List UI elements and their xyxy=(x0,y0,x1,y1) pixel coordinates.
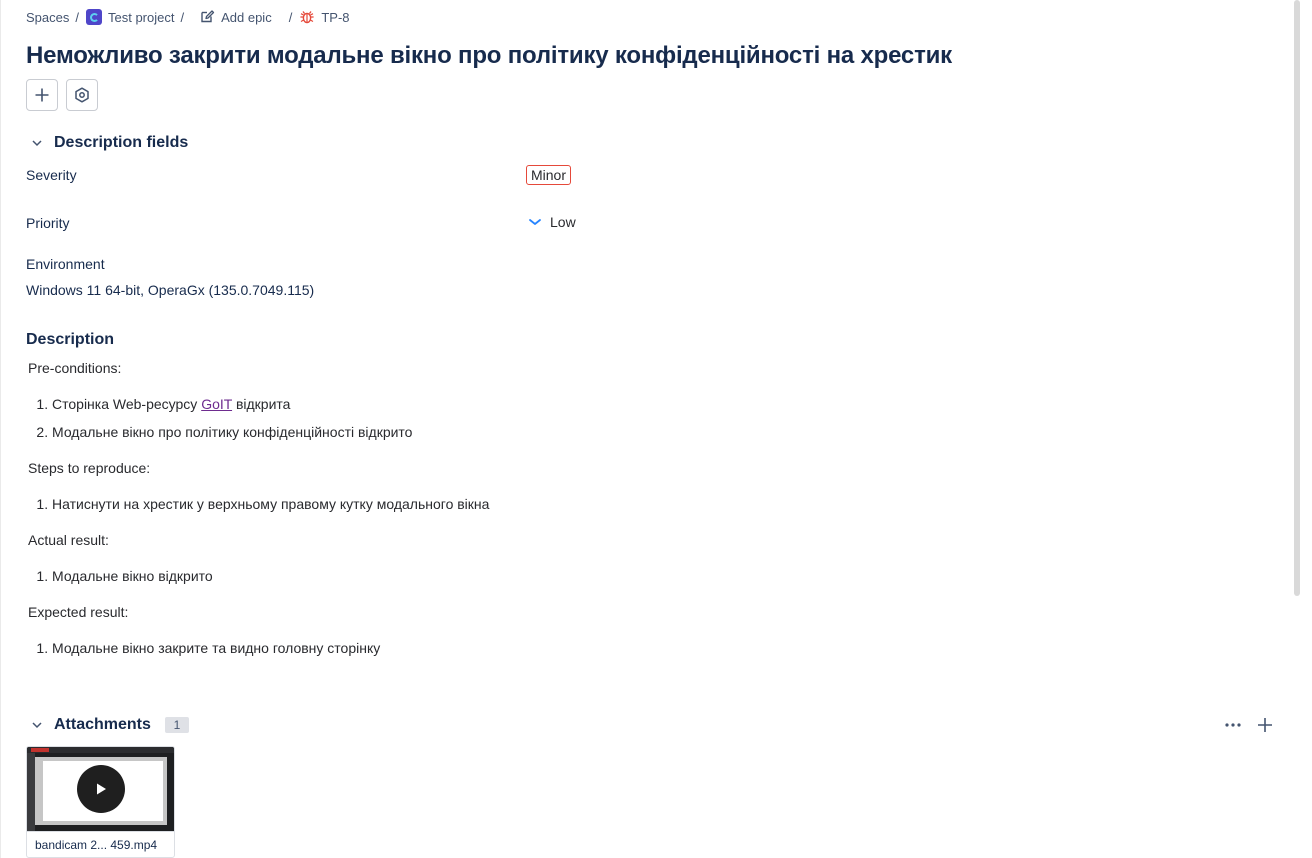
breadcrumb: Spaces / Test project / Add epic / TP-8 xyxy=(26,8,350,26)
attachment-card[interactable]: bandicam 2... 459.mp4 xyxy=(26,746,175,858)
description-heading-label: Description xyxy=(26,331,115,348)
severity-value[interactable]: Minor xyxy=(526,165,572,185)
settings-button[interactable] xyxy=(66,79,98,111)
issue-title[interactable]: Неможливо закрити модальне вікно про пол… xyxy=(26,42,952,70)
list-item: Модальне вікно відкрито xyxy=(52,566,928,586)
list-item: Модальне вікно закрите та видно головну … xyxy=(52,638,928,658)
plus-icon xyxy=(1258,718,1272,732)
list-item: Сторінка Web-ресурсу GoIT відкрита xyxy=(52,394,928,414)
attachments-actions xyxy=(1224,716,1274,739)
issue-toolbar xyxy=(26,79,98,111)
issue-key-label: TP-8 xyxy=(321,9,350,25)
attachments-toggle[interactable]: Attachments 1 xyxy=(30,716,189,734)
scrollbar[interactable] xyxy=(1294,0,1300,596)
gear-icon xyxy=(75,87,89,103)
description-body[interactable]: Pre-conditions: Сторінка Web-ресурсу GoI… xyxy=(28,358,928,658)
attachment-filename: bandicam 2... 459.mp4 xyxy=(27,831,174,857)
breadcrumb-issue-key[interactable]: TP-8 xyxy=(299,9,350,25)
goit-link[interactable]: GoIT xyxy=(201,396,232,412)
edit-icon xyxy=(201,10,215,23)
severity-label: Severity xyxy=(26,167,77,183)
plus-icon xyxy=(35,88,49,102)
steps-list: Натиснути на хрестик у верхньому правому… xyxy=(28,494,928,514)
play-icon xyxy=(97,783,106,795)
description-heading: Description xyxy=(26,331,114,349)
priority-value[interactable]: Low xyxy=(528,214,576,230)
add-attachment-button[interactable] xyxy=(1256,716,1274,739)
actual-label: Actual result: xyxy=(28,532,109,548)
preconditions-list: Сторінка Web-ресурсу GoIT відкрита Модал… xyxy=(28,394,928,442)
environment-value[interactable]: Windows 11 64-bit, OperaGx (135.0.7049.1… xyxy=(26,282,314,298)
bug-icon xyxy=(300,11,314,24)
environment-label: Environment xyxy=(26,256,105,272)
steps-label: Steps to reproduce: xyxy=(28,460,151,476)
description-fields-toggle[interactable]: Description fields xyxy=(30,134,188,152)
list-item: Модальне вікно про політику конфіденційн… xyxy=(52,422,928,442)
left-border xyxy=(0,0,1,858)
breadcrumb-project-label: Test project xyxy=(108,9,175,25)
attachments-count-badge: 1 xyxy=(164,717,189,733)
priority-low-icon xyxy=(529,219,541,225)
list-item-text: відкрита xyxy=(232,396,291,412)
video-thumbnail xyxy=(27,747,174,831)
breadcrumb-add-epic[interactable]: Add epic xyxy=(199,9,272,25)
expected-label: Expected result: xyxy=(28,604,129,620)
breadcrumb-separator: / xyxy=(75,9,79,25)
add-button[interactable] xyxy=(26,79,58,111)
chevron-down-icon xyxy=(30,136,44,150)
attachments-heading: Attachments xyxy=(54,716,151,733)
breadcrumb-separator: / xyxy=(288,9,293,25)
preconditions-label: Pre-conditions: xyxy=(28,360,122,376)
breadcrumb-add-epic-label: Add epic xyxy=(221,9,272,25)
project-avatar-icon xyxy=(86,9,102,25)
play-button[interactable] xyxy=(77,765,125,813)
actual-list: Модальне вікно відкрито xyxy=(28,566,928,586)
priority-label: Priority xyxy=(26,215,70,231)
expected-list: Модальне вікно закрите та видно головну … xyxy=(28,638,928,658)
breadcrumb-separator: / xyxy=(180,9,185,25)
more-button[interactable] xyxy=(1224,716,1242,739)
description-fields-heading: Description fields xyxy=(54,134,189,151)
priority-value-label: Low xyxy=(550,214,576,230)
breadcrumb-project[interactable]: Test project xyxy=(86,9,174,25)
issue-page: Spaces / Test project / Add epic / TP-8 xyxy=(0,0,1312,858)
chevron-down-icon xyxy=(30,718,44,732)
breadcrumb-spaces[interactable]: Spaces xyxy=(26,10,69,25)
list-item-text: Сторінка Web-ресурсу xyxy=(52,396,202,412)
list-item: Натиснути на хрестик у верхньому правому… xyxy=(52,494,928,514)
more-icon xyxy=(1225,723,1241,727)
